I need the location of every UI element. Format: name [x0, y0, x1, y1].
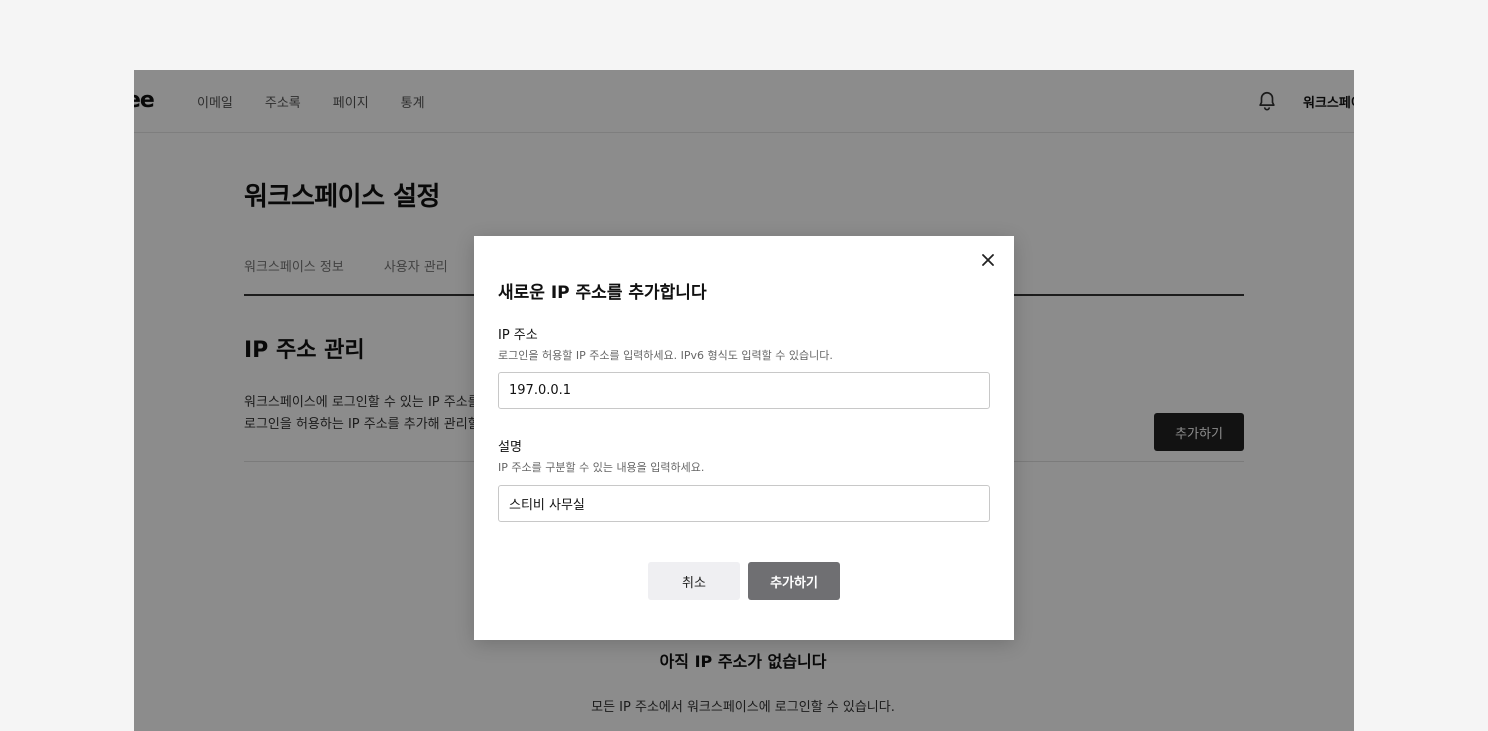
submit-button[interactable]: 추가하기 — [748, 562, 840, 600]
ip-field-help: 로그인을 허용할 IP 주소를 입력하세요. IPv6 형식도 입력할 수 있습… — [498, 349, 833, 362]
add-ip-modal: 새로운 IP 주소를 추가합니다 IP 주소 로그인을 허용할 IP 주소를 입… — [474, 236, 1014, 640]
ip-address-input[interactable] — [498, 372, 990, 409]
close-icon[interactable] — [978, 250, 998, 270]
description-input[interactable] — [498, 485, 990, 522]
modal-title: 새로운 IP 주소를 추가합니다 — [498, 283, 707, 303]
cancel-button[interactable]: 취소 — [648, 562, 740, 600]
description-field-label: 설명 — [498, 440, 522, 455]
description-field-help: IP 주소를 구분할 수 있는 내용을 입력하세요. — [498, 461, 705, 474]
ip-field-label: IP 주소 — [498, 328, 538, 343]
